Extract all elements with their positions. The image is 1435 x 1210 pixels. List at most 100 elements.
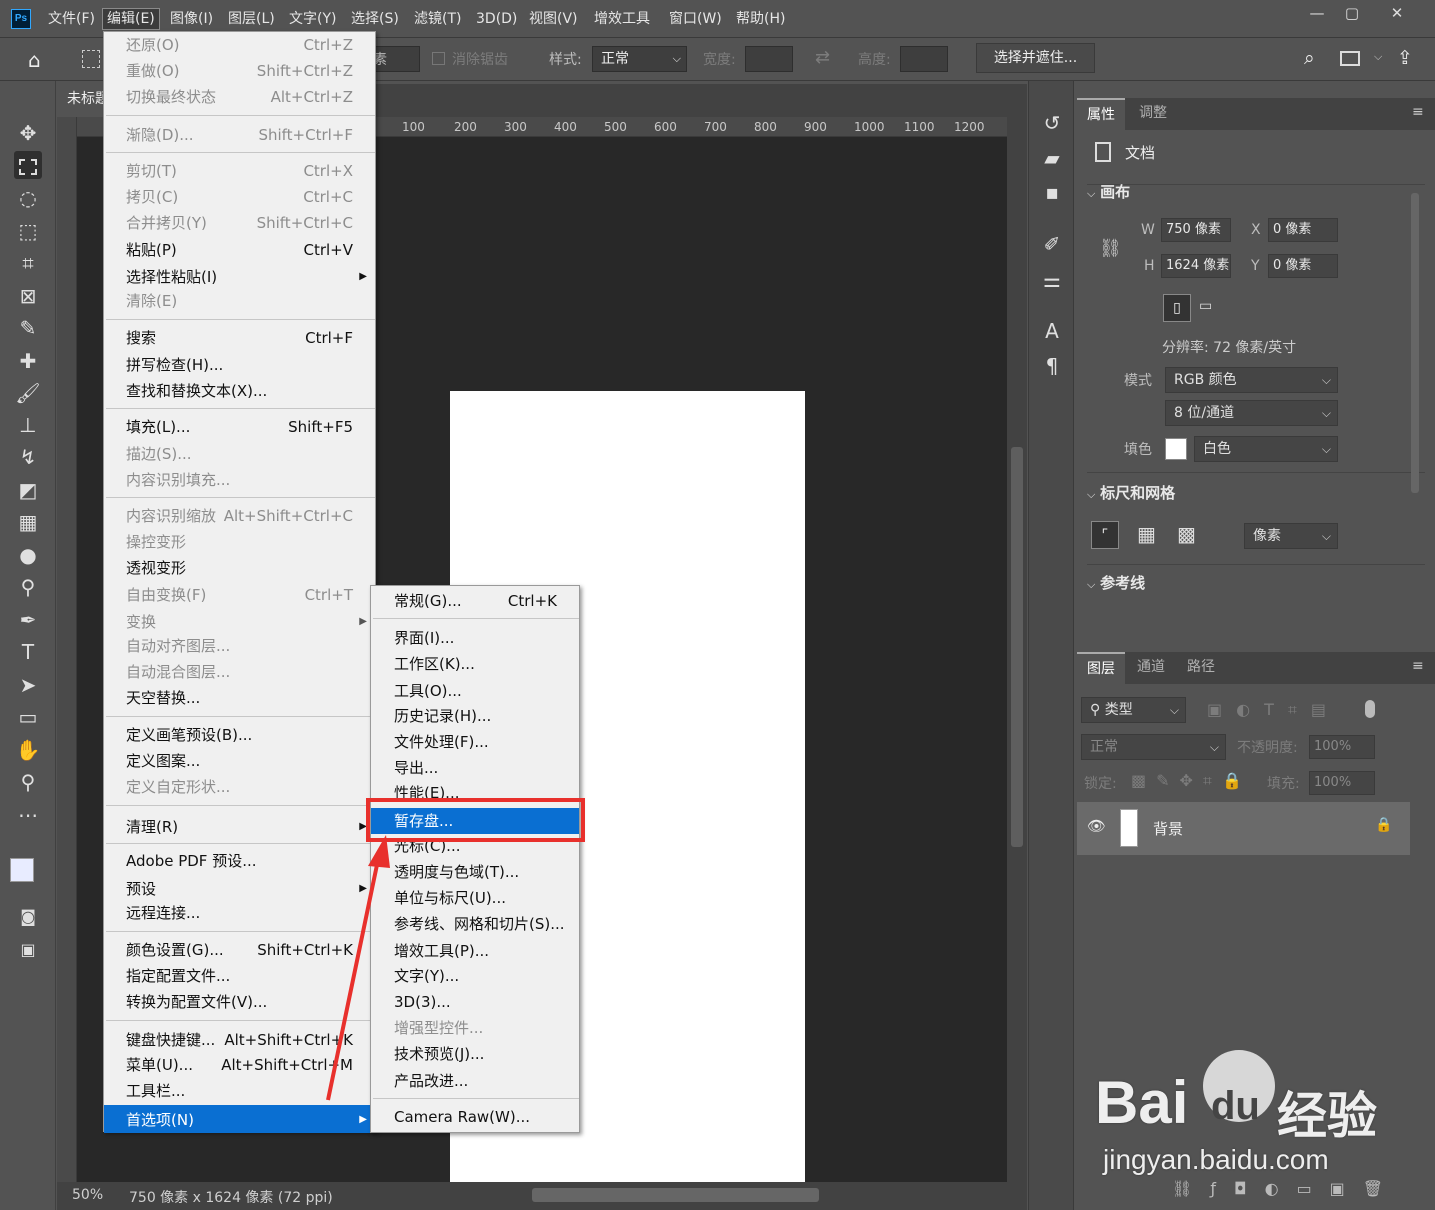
eyedropper-tool-icon[interactable]: ✎: [14, 314, 42, 342]
menu-item-spell-check[interactable]: 拼写检查(H)...: [104, 352, 375, 378]
healing-tool-icon[interactable]: ✚: [14, 347, 42, 375]
menu-image[interactable]: 图像(I): [166, 8, 217, 30]
canvas-x-input[interactable]: 0 像素: [1268, 218, 1338, 242]
pref-workspace[interactable]: 工作区(K)...: [371, 651, 579, 677]
comments-panel-icon[interactable]: ▪: [1037, 177, 1067, 207]
filter-toggle-icon[interactable]: [1365, 700, 1375, 718]
pref-3d[interactable]: 3D(3)...: [371, 989, 579, 1015]
menu-filter[interactable]: 滤镜(T): [410, 8, 465, 30]
menu-item-copy-merged[interactable]: 合并拷贝(Y) Shift+Ctrl+C: [104, 210, 375, 236]
menu-item-content-aware-fill[interactable]: 内容识别填充...: [104, 467, 375, 493]
menu-layer[interactable]: 图层(L): [224, 8, 279, 30]
workspace-icon[interactable]: [1340, 51, 1360, 66]
menu-item-content-aware-scale[interactable]: 内容识别缩放 Alt+Shift+Ctrl+C: [104, 503, 375, 529]
zoom-tool-icon[interactable]: ⚲: [14, 768, 42, 796]
pref-tools[interactable]: 工具(O)...: [371, 678, 579, 704]
pref-export[interactable]: 导出...: [371, 755, 579, 781]
opacity-input[interactable]: 100%: [1309, 735, 1375, 759]
rectangle-tool-icon[interactable]: ▭: [14, 703, 42, 731]
menu-item-free-transform[interactable]: 自由变换(F) Ctrl+T: [104, 582, 375, 608]
frame-tool-icon[interactable]: ⊠: [14, 282, 42, 310]
fill-opacity-input[interactable]: 100%: [1309, 771, 1375, 795]
minimize-button[interactable]: —: [1297, 0, 1337, 28]
menu-item-redo[interactable]: 重做(O) Shift+Ctrl+Z: [104, 58, 375, 84]
tab-paths[interactable]: 路径: [1177, 652, 1225, 684]
pref-transparency[interactable]: 透明度与色域(T)...: [371, 859, 579, 885]
pref-guides-grid[interactable]: 参考线、网格和切片(S)...: [371, 911, 579, 937]
menu-3d[interactable]: 3D(D): [472, 8, 521, 30]
menu-item-cut[interactable]: 剪切(T) Ctrl+X: [104, 158, 375, 184]
guides-section-header[interactable]: ⌵ 参考线: [1087, 572, 1145, 593]
menu-plugins[interactable]: 增效工具: [590, 8, 654, 30]
menu-item-undo[interactable]: 还原(O) Ctrl+Z: [104, 32, 375, 58]
menu-item-fade[interactable]: 渐隐(D)... Shift+Ctrl+F: [104, 122, 375, 148]
menu-item-toggle-last-state[interactable]: 切换最终状态 Alt+Ctrl+Z: [104, 84, 375, 110]
plugins-panel-icon[interactable]: ▰: [1037, 143, 1067, 173]
menu-item-copy[interactable]: 拷贝(C) Ctrl+C: [104, 184, 375, 210]
menu-file[interactable]: 文件(F): [44, 8, 99, 30]
zoom-level[interactable]: 50%: [72, 1187, 103, 1203]
menu-item-search[interactable]: 搜索 Ctrl+F: [104, 325, 375, 351]
visibility-eye-icon[interactable]: 👁: [1087, 817, 1106, 835]
pref-camera-raw[interactable]: Camera Raw(W)...: [371, 1104, 579, 1130]
pref-history[interactable]: 历史记录(H)...: [371, 703, 579, 729]
menu-item-paste-special[interactable]: 选择性粘贴(I) ▶: [104, 264, 375, 290]
pref-tech-preview[interactable]: 技术预览(J)...: [371, 1041, 579, 1067]
history-brush-tool-icon[interactable]: ↯: [14, 443, 42, 471]
scroll-thumb[interactable]: [1011, 447, 1023, 847]
transparency-grid-icon[interactable]: ▩: [1177, 522, 1196, 546]
lock-icons[interactable]: ▩✎✥⌗🔒: [1131, 771, 1252, 791]
menu-type[interactable]: 文字(Y): [285, 8, 340, 30]
home-icon[interactable]: ⌂: [28, 48, 41, 72]
antialias-checkbox[interactable]: [432, 52, 445, 65]
menu-item-find-replace[interactable]: 查找和替换文本(X)...: [104, 378, 375, 404]
tab-channels[interactable]: 通道: [1127, 652, 1175, 684]
canvas-height-input[interactable]: 1624 像素: [1161, 254, 1231, 278]
screen-mode-icon[interactable]: ▣: [14, 936, 42, 964]
menu-edit[interactable]: 编辑(E): [102, 8, 160, 30]
menu-item-clear[interactable]: 清除(E): [104, 288, 375, 314]
search-icon[interactable]: ⌕: [1304, 47, 1315, 69]
hand-tool-icon[interactable]: ✋: [14, 736, 42, 764]
menu-item-paste[interactable]: 粘贴(P) Ctrl+V: [104, 237, 375, 263]
adjustments-icon[interactable]: ⚌: [1037, 265, 1067, 295]
dodge-tool-icon[interactable]: ⚲: [14, 573, 42, 601]
tab-adjustments[interactable]: 调整: [1129, 98, 1177, 130]
menu-help[interactable]: 帮助(H): [732, 8, 789, 30]
layer-filter-icons[interactable]: ▣◐T⌗▤: [1207, 700, 1340, 720]
grid-toggle-icon[interactable]: ▦: [1137, 522, 1156, 546]
close-button[interactable]: ✕: [1377, 0, 1417, 28]
brush-settings-icon[interactable]: ✐: [1037, 229, 1067, 259]
layer-name[interactable]: 背景: [1153, 818, 1183, 839]
pref-file-handling[interactable]: 文件处理(F)...: [371, 729, 579, 755]
ruler-toggle-icon[interactable]: ⌜: [1091, 521, 1119, 549]
pref-performance[interactable]: 性能(E)...: [371, 780, 579, 800]
menu-window[interactable]: 窗口(W): [665, 8, 726, 30]
foreground-color-swatch[interactable]: [10, 858, 34, 882]
vertical-scrollbar[interactable]: [1007, 117, 1027, 1182]
canvas-y-input[interactable]: 0 像素: [1268, 254, 1338, 278]
marquee-preset-icon[interactable]: [82, 50, 100, 68]
height-field[interactable]: [900, 46, 948, 72]
lasso-tool-icon[interactable]: ◌: [14, 184, 42, 212]
blur-tool-icon[interactable]: ●: [14, 541, 42, 569]
portrait-orientation-icon[interactable]: ▯: [1163, 294, 1191, 322]
more-tools-icon[interactable]: ⋯: [14, 801, 42, 829]
menu-item-auto-align[interactable]: 自动对齐图层...: [104, 633, 375, 659]
color-mode-select[interactable]: RGB 颜色 ⌵: [1165, 367, 1338, 393]
blend-mode-select[interactable]: 正常 ⌵: [1081, 734, 1226, 760]
quick-mask-icon[interactable]: ◙: [14, 903, 42, 931]
eraser-tool-icon[interactable]: ◩: [14, 476, 42, 504]
brush-tool-icon[interactable]: 🖌: [14, 379, 42, 407]
width-field[interactable]: [745, 46, 793, 72]
marquee-tool-icon[interactable]: [14, 151, 42, 179]
menu-select[interactable]: 选择(S): [347, 8, 403, 30]
paragraph-panel-icon[interactable]: ¶: [1037, 351, 1067, 381]
maximize-button[interactable]: ▢: [1332, 0, 1372, 28]
bit-depth-select[interactable]: 8 位/通道 ⌵: [1165, 400, 1338, 426]
path-select-tool-icon[interactable]: ➤: [14, 671, 42, 699]
crop-tool-icon[interactable]: ⌗: [14, 249, 42, 277]
menu-item-puppet-warp[interactable]: 操控变形: [104, 529, 375, 555]
history-panel-icon[interactable]: ↺: [1037, 108, 1067, 138]
type-tool-icon[interactable]: T: [14, 638, 42, 666]
